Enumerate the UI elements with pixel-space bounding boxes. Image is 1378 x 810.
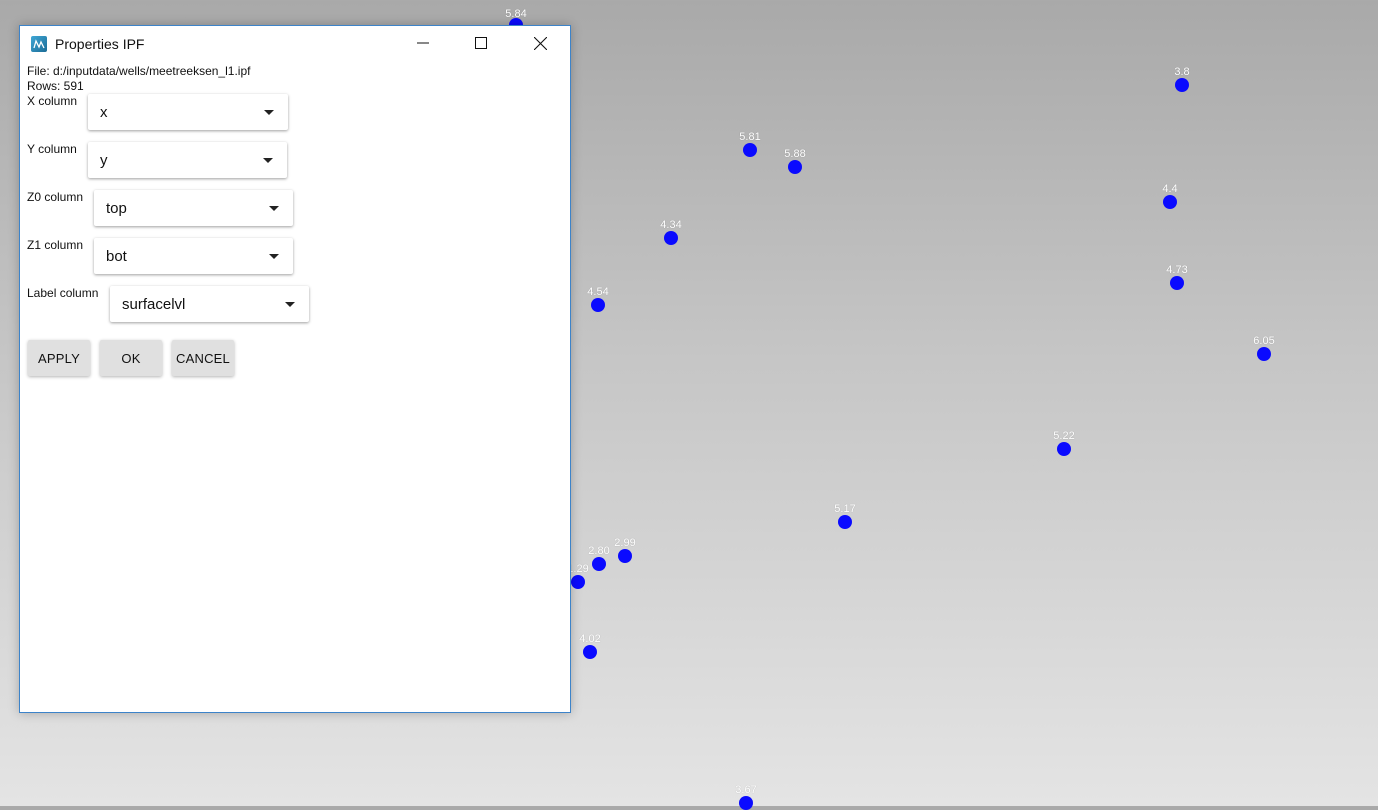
z0-column-select[interactable]: top: [94, 190, 293, 226]
y-column-value: y: [100, 152, 108, 169]
label-column-label: Label column: [27, 286, 99, 300]
well-point[interactable]: [592, 557, 606, 571]
maximize-button[interactable]: [458, 26, 504, 60]
maximize-icon: [475, 37, 487, 49]
z1-column-label: Z1 column: [27, 238, 84, 252]
dialog-content: File: d:/inputdata/wells/meetreeksen_l1.…: [27, 64, 563, 712]
point-label: 4.34: [660, 219, 682, 231]
point-label: 5.81: [739, 131, 761, 143]
x-column-value: x: [100, 104, 108, 121]
ok-button[interactable]: OK: [100, 340, 162, 376]
well-point[interactable]: [571, 575, 585, 589]
point-label: 5.17: [834, 503, 856, 515]
y-column-select[interactable]: y: [88, 142, 287, 178]
point-label: 5.88: [784, 148, 806, 160]
well-point[interactable]: [838, 515, 852, 529]
dropdown-arrow-icon: [264, 110, 274, 115]
y-column-row: Y column y: [27, 142, 563, 190]
point-label: 2.99: [614, 537, 636, 549]
z1-column-row: Z1 column bot: [27, 238, 563, 286]
title-bar[interactable]: Properties IPF: [20, 26, 570, 62]
point-label: 5.22: [1053, 430, 1075, 442]
label-column-select[interactable]: surfacelvl: [110, 286, 309, 322]
dropdown-arrow-icon: [269, 254, 279, 259]
label-column-value: surfacelvl: [122, 296, 186, 313]
well-point[interactable]: [664, 231, 678, 245]
app-icon: [31, 36, 47, 52]
z0-column-value: top: [106, 200, 127, 217]
cancel-button[interactable]: CANCEL: [172, 340, 234, 376]
z1-column-value: bot: [106, 248, 127, 265]
well-point[interactable]: [1257, 347, 1271, 361]
point-label: 4.4: [1162, 183, 1178, 195]
well-point[interactable]: [1163, 195, 1177, 209]
dropdown-arrow-icon: [269, 206, 279, 211]
well-point[interactable]: [1175, 78, 1189, 92]
well-point[interactable]: [743, 143, 757, 157]
well-point[interactable]: [591, 298, 605, 312]
well-point[interactable]: [618, 549, 632, 563]
well-point[interactable]: [1170, 276, 1184, 290]
label-column-row: Label column surfacelvl: [27, 286, 563, 334]
close-button[interactable]: [517, 26, 563, 60]
point-label: 3.67: [735, 784, 757, 796]
well-point[interactable]: [1057, 442, 1071, 456]
close-icon: [533, 36, 547, 50]
x-column-row: X column x: [27, 94, 563, 142]
window-title: Properties IPF: [55, 36, 145, 52]
x-column-label: X column: [27, 94, 78, 108]
point-label: 6.05: [1253, 335, 1275, 347]
z1-column-select[interactable]: bot: [94, 238, 293, 274]
properties-dialog: Properties IPF File: d:/inputdata/wells/…: [19, 25, 571, 713]
point-label: 3.8: [1174, 66, 1190, 78]
well-point[interactable]: [583, 645, 597, 659]
file-path-text: File: d:/inputdata/wells/meetreeksen_l1.…: [27, 64, 251, 78]
z0-column-row: Z0 column top: [27, 190, 563, 238]
minimize-button[interactable]: [400, 26, 446, 60]
dropdown-arrow-icon: [285, 302, 295, 307]
apply-button[interactable]: APPLY: [28, 340, 90, 376]
y-column-label: Y column: [27, 142, 77, 156]
point-label: 2.80: [588, 545, 610, 557]
well-point[interactable]: [788, 160, 802, 174]
dropdown-arrow-icon: [263, 158, 273, 163]
z0-column-label: Z0 column: [27, 190, 84, 204]
minimize-icon: [417, 42, 429, 44]
point-label: 4.02: [579, 633, 601, 645]
well-point[interactable]: [739, 796, 753, 810]
point-label: 4.73: [1166, 264, 1188, 276]
point-label: 4.54: [587, 286, 609, 298]
rows-count-text: Rows: 591: [27, 79, 84, 93]
x-column-select[interactable]: x: [88, 94, 288, 130]
